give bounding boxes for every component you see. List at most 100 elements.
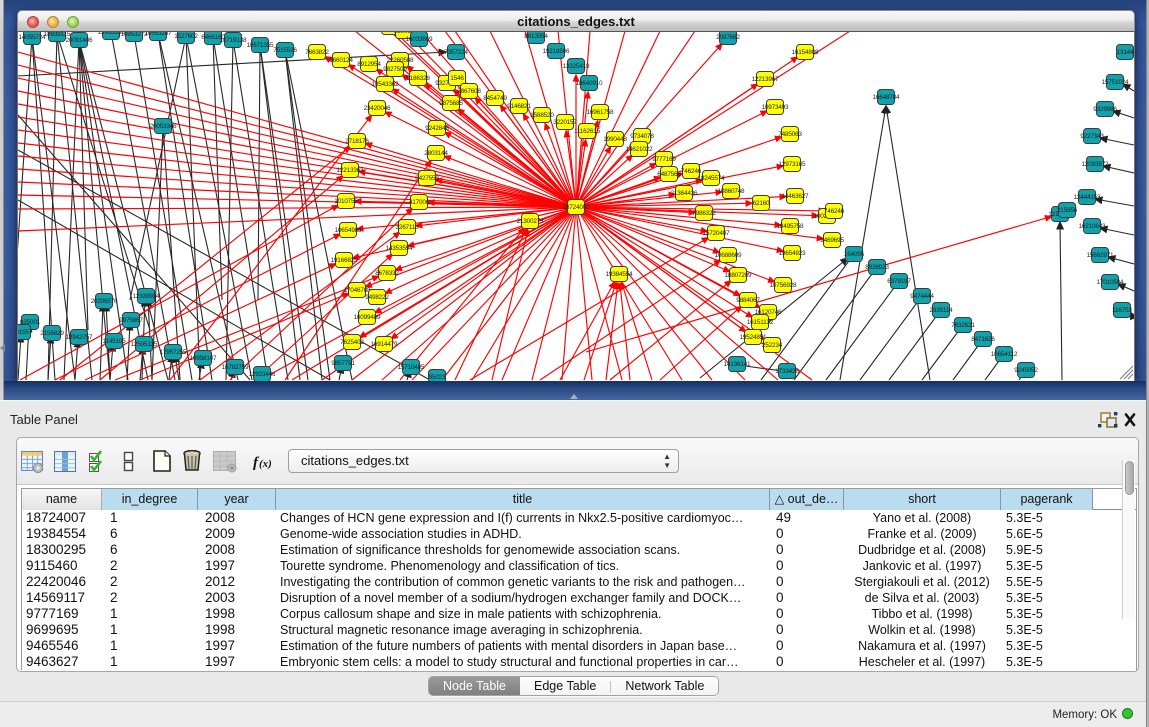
svg-text:9498222: 9498222 xyxy=(365,294,389,301)
svg-text:6379197: 6379197 xyxy=(887,278,911,285)
svg-text:3220157: 3220157 xyxy=(553,119,577,126)
svg-text:1990448: 1990448 xyxy=(603,136,627,143)
svg-text:15751024: 15751024 xyxy=(1102,79,1129,86)
svg-text:18807209: 18807209 xyxy=(725,272,752,279)
svg-text:215956: 215956 xyxy=(1057,207,1078,214)
svg-text:9975867: 9975867 xyxy=(119,317,143,324)
svg-text:13144: 13144 xyxy=(1117,49,1134,56)
svg-text:(x): (x) xyxy=(259,458,272,470)
svg-text:16151132: 16151132 xyxy=(747,319,774,326)
svg-text:1145105: 1145105 xyxy=(102,338,126,345)
svg-text:164095: 164095 xyxy=(844,251,865,258)
svg-text:12213967: 12213967 xyxy=(752,76,779,83)
svg-text:10654112: 10654112 xyxy=(991,351,1018,358)
svg-text:10543362: 10543362 xyxy=(372,81,399,88)
svg-text:10958107: 10958107 xyxy=(190,355,217,362)
svg-text:391557: 391557 xyxy=(17,329,33,336)
svg-text:12942757: 12942757 xyxy=(66,334,93,341)
svg-text:12923446: 12923446 xyxy=(249,371,276,378)
svg-text:14353594: 14353594 xyxy=(386,245,413,252)
svg-text:20091406: 20091406 xyxy=(66,37,93,44)
svg-text:16961758: 16961758 xyxy=(587,109,614,116)
svg-text:1527602: 1527602 xyxy=(174,33,198,40)
svg-text:12973165: 12973165 xyxy=(779,161,806,168)
svg-text:9827509: 9827509 xyxy=(383,66,407,73)
svg-text:9245052: 9245052 xyxy=(1014,367,1038,374)
svg-text:1733426: 1733426 xyxy=(775,368,799,375)
svg-text:19654923: 19654923 xyxy=(779,250,806,257)
svg-text:17046788: 17046788 xyxy=(344,287,371,294)
svg-text:18724007: 18724007 xyxy=(563,204,590,211)
svg-text:1010755: 1010755 xyxy=(334,198,358,205)
svg-text:12505135: 12505135 xyxy=(131,341,158,348)
svg-text:417006: 417006 xyxy=(409,199,430,206)
svg-text:2935114: 2935114 xyxy=(929,307,953,314)
svg-text:2087682: 2087682 xyxy=(716,34,740,41)
svg-text:1546: 1546 xyxy=(450,75,464,82)
svg-text:2718176: 2718176 xyxy=(345,138,369,145)
svg-text:17010504: 17010504 xyxy=(1097,279,1124,286)
svg-text:14136141: 14136141 xyxy=(724,361,751,368)
svg-text:10860748: 10860748 xyxy=(718,188,745,195)
svg-text:11162615: 11162615 xyxy=(574,128,601,135)
svg-text:8471626: 8471626 xyxy=(971,336,995,343)
svg-text:7632621: 7632621 xyxy=(951,322,975,329)
svg-text:12444153: 12444153 xyxy=(1074,194,1101,201)
svg-text:20206576: 20206576 xyxy=(91,298,118,305)
svg-text:17957255: 17957255 xyxy=(160,349,187,356)
svg-text:9884067: 9884067 xyxy=(736,297,760,304)
svg-text:746246: 746246 xyxy=(824,208,845,215)
svg-text:19384554: 19384554 xyxy=(606,271,633,278)
svg-text:15692971: 15692971 xyxy=(1087,252,1114,259)
svg-text:16033809: 16033809 xyxy=(406,36,433,43)
svg-text:9469695: 9469695 xyxy=(820,237,844,244)
svg-text:6487568: 6487568 xyxy=(657,171,681,178)
svg-text:2803144: 2803144 xyxy=(424,150,448,157)
svg-text:9227343: 9227343 xyxy=(1080,133,1104,140)
svg-text:62160: 62160 xyxy=(753,200,770,207)
svg-text:95023: 95023 xyxy=(429,374,446,381)
svg-text:10719138: 10719138 xyxy=(220,37,247,44)
svg-text:16782759: 16782759 xyxy=(222,364,249,371)
svg-text:8660124: 8660124 xyxy=(329,57,353,64)
svg-text:16154808: 16154808 xyxy=(792,49,819,56)
svg-text:746246: 746246 xyxy=(681,168,702,175)
svg-text:9875685: 9875685 xyxy=(439,100,463,107)
svg-text:12339934: 12339934 xyxy=(133,293,160,300)
svg-text:12213363: 12213363 xyxy=(337,167,364,174)
svg-text:19166825: 19166825 xyxy=(331,257,358,264)
svg-text:9857791: 9857791 xyxy=(331,360,355,367)
svg-text:9777169: 9777169 xyxy=(652,156,676,163)
svg-text:7625402: 7625402 xyxy=(340,339,364,346)
svg-text:13325419: 13325419 xyxy=(563,63,590,70)
svg-text:14463627: 14463627 xyxy=(782,193,809,200)
svg-text:7986322: 7986322 xyxy=(692,210,716,217)
svg-text:15710485: 15710485 xyxy=(398,364,425,371)
svg-text:23420046: 23420046 xyxy=(364,105,391,112)
svg-text:9146821: 9146821 xyxy=(507,103,531,110)
svg-text:10688609: 10688609 xyxy=(715,252,742,259)
svg-text:9329966: 9329966 xyxy=(1093,106,1117,113)
svg-text:14621022: 14621022 xyxy=(626,146,653,153)
svg-text:7515526: 7515526 xyxy=(273,47,297,54)
svg-text:8454749: 8454749 xyxy=(483,95,507,102)
svg-text:9474444: 9474444 xyxy=(910,293,934,300)
svg-text:116753: 116753 xyxy=(1112,307,1132,314)
svg-text:18245574: 18245574 xyxy=(698,175,725,182)
svg-text:8912954: 8912954 xyxy=(357,61,381,68)
svg-text:7485063: 7485063 xyxy=(778,131,802,138)
svg-text:18495758: 18495758 xyxy=(777,223,804,230)
svg-text:18640910: 18640910 xyxy=(576,80,603,87)
svg-text:21364436: 21364436 xyxy=(671,190,698,197)
svg-text:10654988: 10654988 xyxy=(335,227,362,234)
svg-text:10756928: 10756928 xyxy=(770,282,797,289)
svg-text:7357224: 7357224 xyxy=(444,49,468,56)
svg-text:19524851: 19524851 xyxy=(740,334,767,341)
svg-text:7663822: 7663822 xyxy=(305,49,329,56)
svg-text:10671355: 10671355 xyxy=(247,42,274,49)
svg-text:15720407: 15720407 xyxy=(703,230,730,237)
svg-text:8186328: 8186328 xyxy=(406,75,430,82)
svg-text:8427552: 8427552 xyxy=(415,175,439,182)
svg-text:14055724: 14055724 xyxy=(19,34,46,41)
svg-text:8938923: 8938923 xyxy=(865,264,889,271)
